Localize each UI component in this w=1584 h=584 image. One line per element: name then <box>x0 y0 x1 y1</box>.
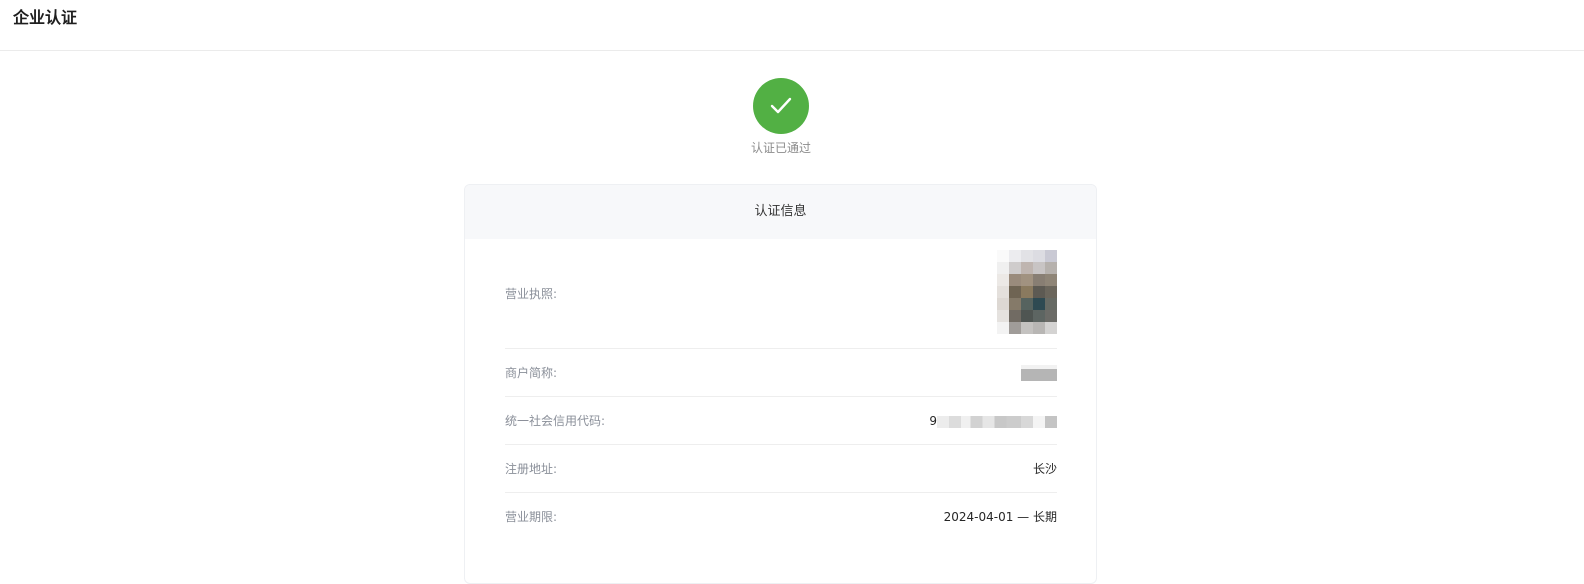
page-title: 企业认证 <box>13 8 78 27</box>
card-title: 认证信息 <box>465 185 1096 239</box>
status-text: 认证已通过 <box>750 141 811 155</box>
credit-code-value: 9 <box>929 412 1057 430</box>
redacted-text <box>1021 357 1057 381</box>
row-label: 营业执照: <box>505 287 558 301</box>
row-business-license: 营业执照: <box>505 239 1057 349</box>
row-credit-code: 统一社会信用代码: 9 <box>505 397 1057 445</box>
redacted-text <box>937 415 1057 428</box>
certification-info-card: 认证信息 营业执照: 商户简称: 统一社会信用代码: 9 注册地址: 长沙 营业… <box>464 184 1097 584</box>
business-term-value: 2024-04-01 — 长期 <box>943 510 1057 524</box>
row-business-term: 营业期限: 2024-04-01 — 长期 <box>505 493 1057 541</box>
registered-address-value: 长沙 <box>1032 462 1057 476</box>
status-success-badge <box>753 78 809 134</box>
business-license-image[interactable] <box>997 250 1057 334</box>
page-header: 企业认证 <box>0 0 1584 51</box>
row-label: 统一社会信用代码: <box>505 414 606 428</box>
merchant-short-name-value <box>1021 357 1057 381</box>
check-icon <box>770 97 792 114</box>
row-label: 注册地址: <box>505 462 558 476</box>
row-label: 营业期限: <box>505 510 558 524</box>
row-registered-address: 注册地址: 长沙 <box>505 445 1057 493</box>
row-label: 商户简称: <box>505 366 558 380</box>
row-merchant-short-name: 商户简称: <box>505 349 1057 397</box>
